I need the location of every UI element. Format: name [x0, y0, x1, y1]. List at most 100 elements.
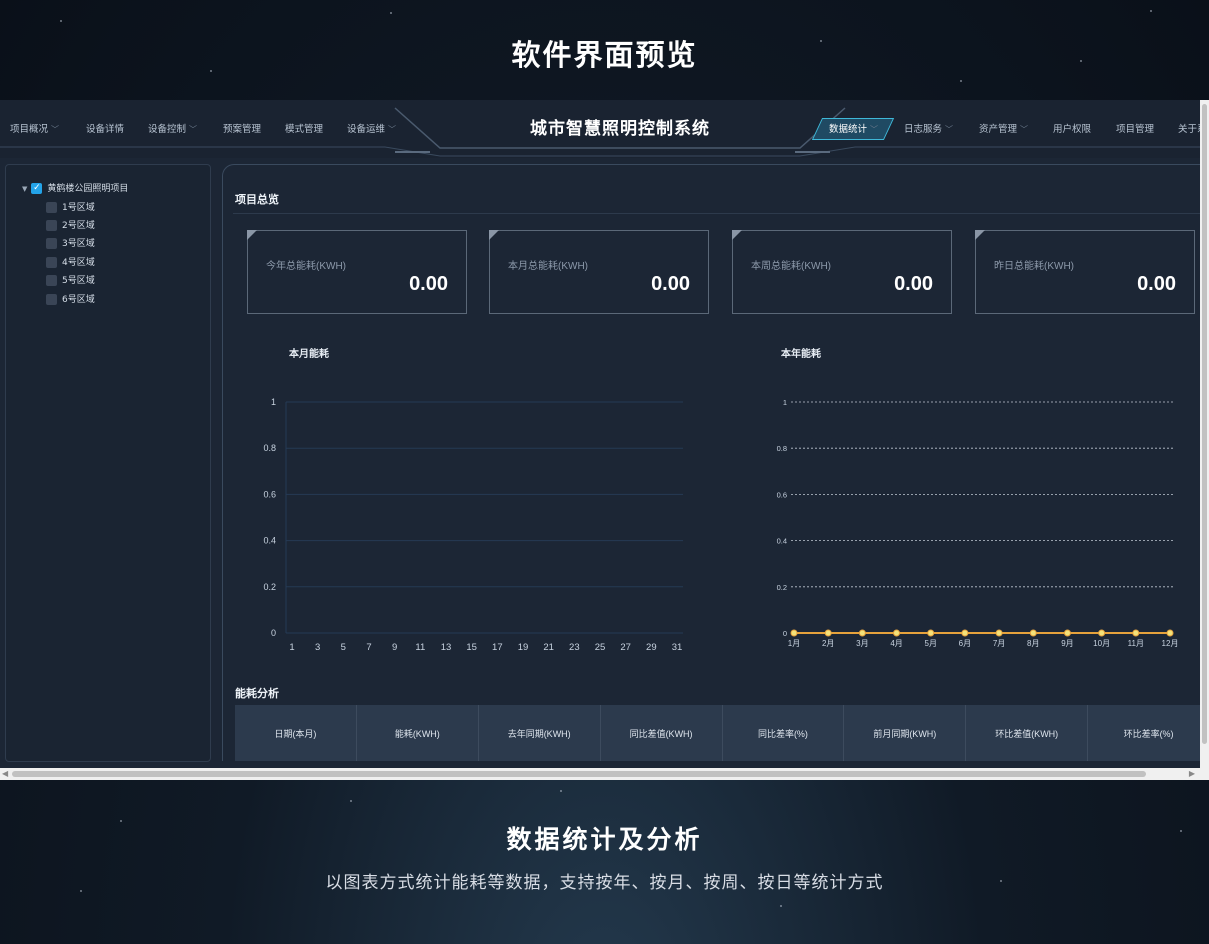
x-tick-label: 10月	[1093, 639, 1110, 648]
x-tick-label: 21	[543, 642, 554, 653]
checkbox[interactable]	[46, 202, 57, 213]
checkbox[interactable]	[46, 257, 57, 268]
x-tick-label: 1	[289, 642, 294, 653]
card-corner-decoration	[732, 230, 742, 240]
stat-label: 昨日总能耗(KWH)	[994, 261, 1074, 272]
horizontal-scrollbar[interactable]: ◀ ▶	[0, 768, 1209, 780]
data-point	[1166, 629, 1174, 637]
data-point	[927, 629, 935, 637]
x-tick-label: 4月	[890, 639, 902, 648]
y-tick-label: 0.4	[263, 536, 276, 546]
x-tick-label: 3月	[856, 639, 868, 648]
table-column-header: 去年同期(KWH)	[479, 705, 601, 761]
x-tick-label: 11月	[1128, 639, 1144, 648]
data-point	[1029, 629, 1037, 637]
scrollbar-thumb[interactable]	[12, 771, 1146, 777]
yearly-energy-chart: 1 0.8 0.6 0.4 0.2 01月 2月 3月 4月 5月 6月 7月 8月 9月 10月 11月 12…	[777, 398, 1179, 648]
y-tick-label: 1	[271, 397, 276, 407]
table-column-header: 环比差率(%)	[1088, 705, 1209, 761]
chevron-down-icon: ﹀	[51, 125, 60, 134]
nav-item-project-management[interactable]: 项目管理	[1116, 121, 1154, 135]
nav-item-device-maintenance[interactable]: 设备运维 ﹀	[347, 121, 396, 135]
y-tick-label: 0.2	[263, 582, 276, 592]
tree-root-item[interactable]: ▼ ✓ 黄鹤楼公园照明项目	[22, 181, 128, 194]
nav-item-mode-management[interactable]: 模式管理	[285, 121, 323, 135]
caret-down-icon[interactable]: ▼	[22, 185, 27, 193]
y-tick-label: 0.6	[263, 489, 276, 499]
x-tick-label: 9	[392, 642, 397, 653]
data-point	[961, 629, 969, 637]
stat-label: 本周总能耗(KWH)	[751, 261, 831, 272]
card-corner-decoration	[489, 230, 499, 240]
vertical-scrollbar[interactable]	[1200, 100, 1209, 768]
data-point	[1098, 629, 1106, 637]
chevron-down-icon: ﹀	[945, 125, 954, 134]
chevron-down-icon: ﹀	[189, 125, 198, 134]
analysis-title: 能耗分析	[235, 687, 279, 700]
tree-item-zone-4[interactable]: 4号区域	[46, 255, 95, 268]
nav-item-project-overview[interactable]: 项目概况 ﹀	[10, 121, 59, 135]
section-heading: 数据统计及分析	[506, 825, 703, 854]
card-corner-decoration	[247, 230, 257, 240]
y-tick-label: 0	[783, 629, 787, 638]
nav-item-data-statistics[interactable]: 数据统计 ﹀	[829, 121, 878, 135]
nav-item-log-service[interactable]: 日志服务 ﹀	[904, 121, 953, 135]
tree-item-zone-5[interactable]: 5号区域	[46, 273, 95, 286]
nav-item-plan-management[interactable]: 预案管理	[223, 121, 261, 135]
nav-item-user-permissions[interactable]: 用户权限	[1053, 121, 1091, 135]
top-navigation: 项目概况 ﹀ 设备详情 设备控制 ﹀ 预案管理 模式管理 设备运维 ﹀ 城市智慧照明控…	[0, 100, 1207, 158]
table-column-header: 同比差值(KWH)	[601, 705, 723, 761]
checkbox[interactable]	[46, 294, 57, 305]
project-tree-sidebar: ▼ ✓ 黄鹤楼公园照明项目 1号区域 2号区域 3号区域 4号区域 5号区域 6号区…	[5, 164, 211, 762]
main-content: 项目总览 今年总能耗(KWH) 0.00 本月总能耗(KWH) 0.00 本周总…	[222, 164, 1209, 761]
x-tick-label: 25	[595, 642, 606, 653]
tree-item-zone-3[interactable]: 3号区域	[46, 236, 95, 249]
x-tick-label: 3	[315, 642, 320, 653]
nav-item-asset-management[interactable]: 资产管理 ﹀	[979, 121, 1028, 135]
checkbox[interactable]	[46, 220, 57, 231]
stat-label: 今年总能耗(KWH)	[266, 261, 346, 272]
table-column-header: 前月同期(KWH)	[844, 705, 967, 761]
x-tick-label: 27	[620, 642, 631, 653]
chevron-down-icon: ﹀	[870, 125, 879, 134]
divider	[233, 213, 1201, 214]
y-tick-label: 0.4	[777, 537, 787, 546]
checkbox[interactable]	[46, 238, 57, 249]
scroll-right-arrow-icon[interactable]: ▶	[1189, 769, 1195, 778]
scroll-left-arrow-icon[interactable]: ◀	[2, 769, 8, 778]
stat-label: 本月总能耗(KWH)	[508, 261, 588, 272]
tree-item-zone-6[interactable]: 6号区域	[46, 292, 95, 305]
tree-item-zone-2[interactable]: 2号区域	[46, 218, 95, 231]
checkbox-checked-icon[interactable]: ✓	[31, 183, 43, 194]
table-column-header: 环比差值(KWH)	[966, 705, 1089, 761]
x-tick-label: 1月	[788, 639, 800, 648]
x-tick-label: 7月	[993, 639, 1005, 648]
stat-value: 0.00	[894, 273, 933, 295]
y-tick-label: 0.8	[263, 443, 276, 453]
stat-card-year: 今年总能耗(KWH) 0.00	[247, 230, 467, 314]
stat-value: 0.00	[1137, 273, 1176, 295]
x-tick-label: 17	[492, 642, 503, 653]
app-title: 城市智慧照明控制系统	[530, 119, 710, 139]
x-tick-label: 29	[646, 642, 657, 653]
data-point	[824, 629, 832, 637]
x-tick-label: 11	[415, 642, 425, 653]
checkbox[interactable]	[46, 275, 57, 286]
x-tick-label: 31	[672, 642, 683, 653]
analysis-table-header: 日期(本月) 能耗(KWH) 去年同期(KWH) 同比差值(KWH) 同比差率(%) 前月…	[235, 705, 1209, 761]
nav-item-device-control[interactable]: 设备控制 ﹀	[148, 121, 197, 135]
data-point	[893, 629, 901, 637]
x-tick-label: 9月	[1061, 639, 1073, 648]
section-description: 以图表方式统计能耗等数据，支持按年、按月、按周、按日等统计方式	[325, 873, 884, 893]
nav-item-device-details[interactable]: 设备详情	[86, 121, 124, 135]
tree-item-zone-1[interactable]: 1号区域	[46, 200, 95, 213]
x-tick-label: 5	[341, 642, 346, 653]
x-tick-label: 8月	[1027, 639, 1039, 648]
x-tick-label: 6月	[959, 639, 971, 648]
chart-title-year: 本年能耗	[781, 349, 821, 360]
table-column-header: 日期(本月)	[235, 705, 357, 761]
stat-value: 0.00	[651, 273, 690, 295]
chart-title-month: 本月能耗	[289, 349, 329, 360]
y-tick-label: 0.8	[777, 444, 787, 453]
scrollbar-thumb[interactable]	[1202, 104, 1207, 744]
